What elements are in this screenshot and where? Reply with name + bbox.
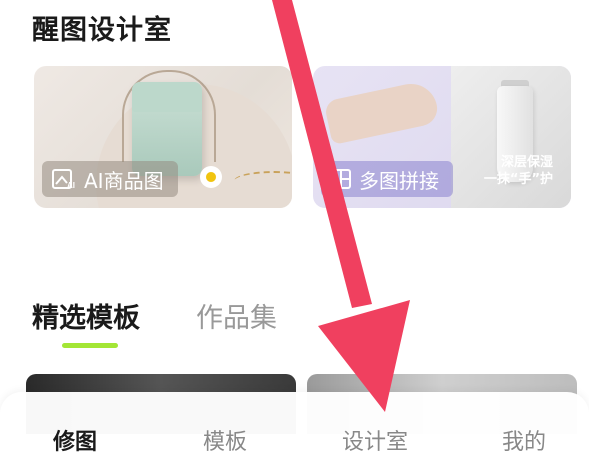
collage-card[interactable]: 深层保湿 一抹“手”护 多图拼接 (313, 66, 571, 208)
promo-text: 深层保湿 一抹“手”护 (484, 154, 553, 188)
ai-product-label-text: AI商品图 (84, 168, 164, 193)
hand-image (323, 79, 441, 145)
promo-line-2: 一抹“手”护 (483, 172, 553, 187)
ai-product-card[interactable]: AI AI商品图 (34, 66, 292, 208)
promo-line-1: 深层保湿 (500, 155, 553, 170)
ai-product-label: AI AI商品图 (42, 161, 178, 197)
nav-design-studio[interactable]: 设计室 (342, 424, 408, 456)
collage-label: 多图拼接 (321, 161, 453, 197)
nav-templates[interactable]: 模板 (203, 424, 247, 456)
collage-icon (331, 169, 351, 189)
collage-label-text: 多图拼接 (359, 168, 439, 193)
section-title: 醒图设计室 (32, 15, 172, 46)
svg-text:AI: AI (67, 181, 75, 189)
tab-featured-templates[interactable]: 精选模板 (32, 296, 140, 335)
flower-decoration (200, 166, 222, 188)
tab-portfolio[interactable]: 作品集 (196, 296, 278, 335)
ai-image-icon: AI (52, 169, 76, 189)
product-bag-flap (132, 82, 202, 112)
nav-edit[interactable]: 修图 (53, 424, 97, 456)
nav-me[interactable]: 我的 (502, 424, 546, 456)
active-tab-indicator (62, 343, 118, 348)
